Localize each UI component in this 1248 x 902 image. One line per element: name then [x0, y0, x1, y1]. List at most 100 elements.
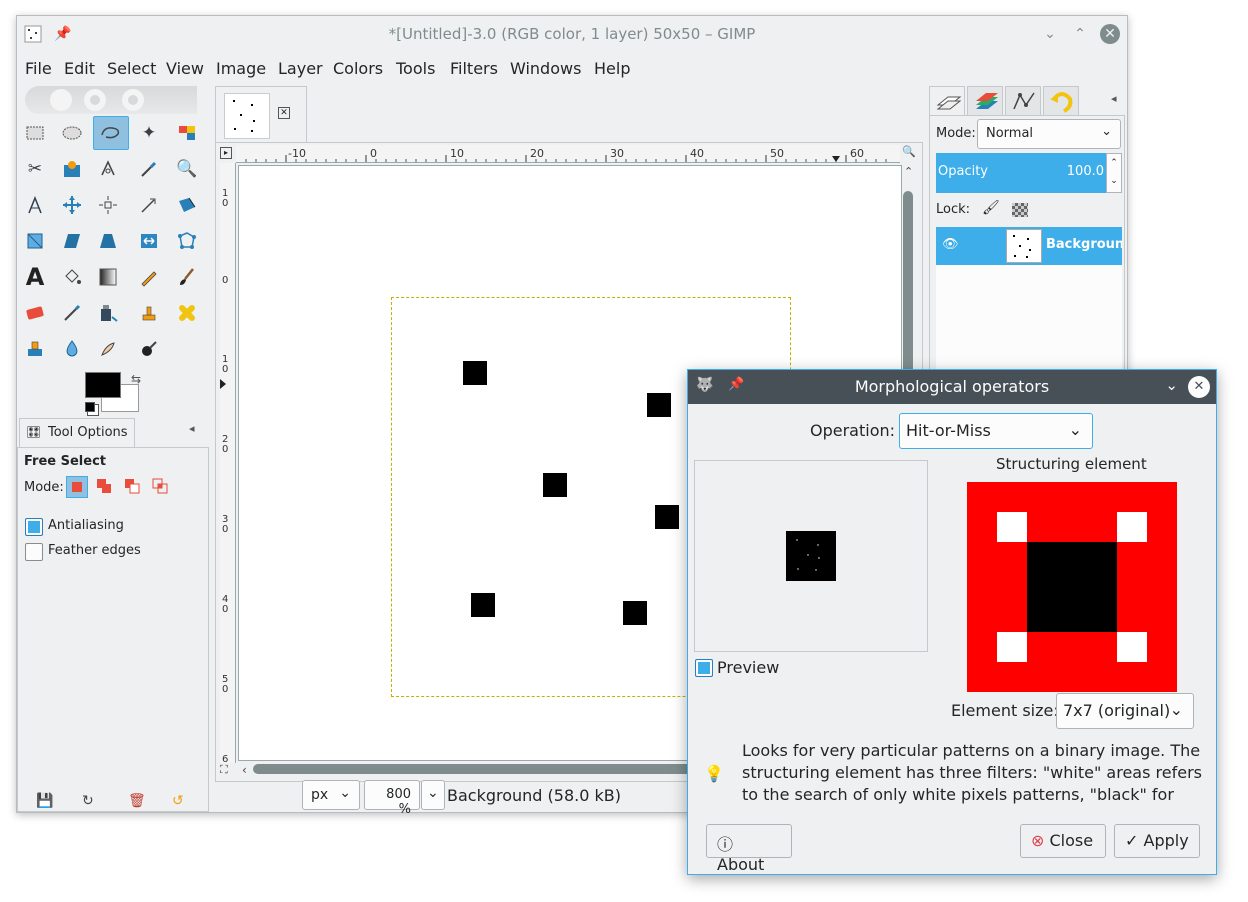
measure-icon[interactable] [20, 190, 50, 220]
preview-area[interactable] [694, 460, 928, 652]
menu-layer[interactable]: Layer [278, 59, 323, 78]
smudge-icon[interactable] [93, 334, 123, 364]
airbrush-icon[interactable] [57, 298, 87, 328]
lock-pixels-icon[interactable]: 🖌 [982, 200, 1000, 216]
window-titlebar[interactable]: 📌 *[Untitled]-3.0 (RGB color, 1 layer) 5… [17, 16, 1127, 52]
vertical-scrollbar[interactable] [903, 191, 913, 391]
ink-icon[interactable] [93, 298, 123, 328]
scroll-left-icon[interactable]: ‹ [242, 763, 247, 777]
configure-tab-icon[interactable]: ◂ [189, 422, 195, 435]
antialiasing-checkbox[interactable] [25, 518, 43, 536]
chevron-down-icon[interactable]: ⌄ [1165, 376, 1178, 394]
paths-icon[interactable] [93, 154, 123, 184]
default-colors-icon[interactable] [85, 402, 95, 412]
dodge-burn-icon[interactable] [134, 334, 164, 364]
rect-select-icon[interactable] [20, 118, 50, 148]
image-tab[interactable]: ✕ [215, 86, 307, 142]
eraser-icon[interactable] [20, 298, 50, 328]
minimize-button[interactable]: ⌄ [1040, 24, 1060, 44]
tab-undo-history[interactable] [1043, 86, 1079, 116]
bucket-fill-icon[interactable] [57, 262, 87, 292]
menu-filters[interactable]: Filters [450, 59, 498, 78]
menu-image[interactable]: Image [216, 59, 266, 78]
lock-alpha-icon[interactable] [1012, 203, 1028, 217]
clone-icon[interactable] [134, 298, 164, 328]
perspective-clone-icon[interactable] [20, 334, 50, 364]
save-options-icon[interactable]: 💾 [36, 793, 53, 809]
tab-layers[interactable] [929, 86, 965, 116]
menu-help[interactable]: Help [594, 59, 630, 78]
horizontal-ruler[interactable]: -10 0 10 20 30 40 50 60 [236, 145, 900, 163]
pencil-icon[interactable] [134, 262, 164, 292]
foreground-select-icon[interactable] [57, 154, 87, 184]
zoom-icon[interactable]: 🔍 [172, 154, 202, 184]
paintbrush-icon[interactable] [172, 262, 202, 292]
close-image-icon[interactable]: ✕ [278, 107, 290, 119]
unit-select[interactable]: px ⌄ [302, 780, 360, 810]
move-icon[interactable] [57, 190, 87, 220]
zoom-dropdown-button[interactable]: ⌄ [421, 780, 445, 810]
menu-view[interactable]: View [166, 59, 204, 78]
navigate-icon[interactable]: ⛶ [220, 763, 228, 777]
opacity-slider[interactable]: Opacity 100.0 [936, 153, 1106, 193]
align-icon[interactable] [93, 190, 123, 220]
layer-list[interactable] [936, 265, 1122, 385]
configure-tab-icon[interactable]: ◂ [1111, 92, 1117, 105]
eye-icon[interactable]: 👁 [942, 237, 959, 252]
menu-colors[interactable]: Colors [333, 59, 383, 78]
zoom-input[interactable]: 800 % [364, 780, 420, 817]
element-size-select[interactable]: 7x7 (original) ⌄ [1056, 693, 1194, 729]
apply-button[interactable]: ✓ Apply [1114, 824, 1200, 858]
menu-select[interactable]: Select [107, 59, 156, 78]
heal-icon[interactable] [172, 298, 202, 328]
reset-options-icon[interactable]: ↺ [172, 793, 184, 809]
mode-replace-icon[interactable] [66, 476, 88, 498]
close-button[interactable]: ⊗ Close [1020, 824, 1106, 858]
tab-paths[interactable] [1005, 86, 1041, 116]
horizontal-scrollbar[interactable] [253, 764, 693, 774]
operation-select[interactable]: Hit-or-Miss ⌄ [899, 413, 1093, 449]
gradient-icon[interactable] [93, 262, 123, 292]
tab-channels[interactable] [967, 86, 1003, 116]
layer-mode-select[interactable]: Normal ⌄ [977, 119, 1121, 149]
text-icon[interactable]: A [20, 262, 50, 292]
vertical-ruler[interactable]: 1 0 0 1 0 2 0 3 0 4 0 5 0 6 0 [220, 163, 236, 763]
dialog-titlebar[interactable]: 🐺 📌 Morphological operators ⌄ ✕ [688, 370, 1216, 404]
tab-tool-options[interactable]: 🎛 Tool Options [19, 418, 135, 448]
cage-transform-icon[interactable] [172, 226, 202, 256]
opacity-spinner[interactable]: ⌃ ⌄ [1106, 153, 1122, 193]
select-by-color-icon[interactable] [172, 118, 202, 148]
mode-intersect-icon[interactable] [150, 476, 172, 498]
foreground-color-swatch[interactable] [85, 372, 121, 398]
maximize-button[interactable]: ⌃ [1070, 24, 1090, 44]
crop-icon[interactable] [134, 190, 164, 220]
rotate-icon[interactable] [20, 226, 50, 256]
menu-windows[interactable]: Windows [510, 59, 581, 78]
zoom-image-icon[interactable]: 🔍 [902, 145, 918, 161]
mode-subtract-icon[interactable] [122, 476, 144, 498]
quick-mask-menu-icon[interactable]: ▸ [220, 147, 232, 159]
feather-edges-checkbox[interactable] [25, 543, 43, 561]
menu-file[interactable]: File [25, 59, 52, 78]
menu-edit[interactable]: Edit [64, 59, 95, 78]
layer-row[interactable]: 👁 Background [936, 227, 1122, 265]
close-window-button[interactable]: ✕ [1100, 24, 1120, 44]
blur-icon[interactable] [57, 334, 87, 364]
scroll-up-icon[interactable]: ⌃ [904, 165, 913, 178]
close-dialog-button[interactable]: ✕ [1188, 376, 1210, 398]
scissors-select-icon[interactable]: ✂ [20, 154, 50, 184]
fuzzy-select-icon[interactable]: ✦ [134, 118, 164, 148]
delete-options-icon[interactable]: 🗑 [128, 793, 146, 809]
menu-tools[interactable]: Tools [396, 59, 435, 78]
ellipse-select-icon[interactable] [57, 118, 87, 148]
perspective-icon[interactable] [93, 226, 123, 256]
shear-icon[interactable] [57, 226, 87, 256]
about-button[interactable]: ⓘ About [706, 824, 792, 874]
flip-icon[interactable] [134, 226, 164, 256]
color-picker-icon[interactable] [134, 154, 164, 184]
free-select-icon[interactable] [93, 116, 129, 150]
mode-add-icon[interactable] [94, 476, 116, 498]
unified-transform-icon[interactable] [172, 190, 202, 220]
structuring-element[interactable] [967, 482, 1177, 692]
swap-colors-icon[interactable]: ⇆ [131, 372, 141, 386]
